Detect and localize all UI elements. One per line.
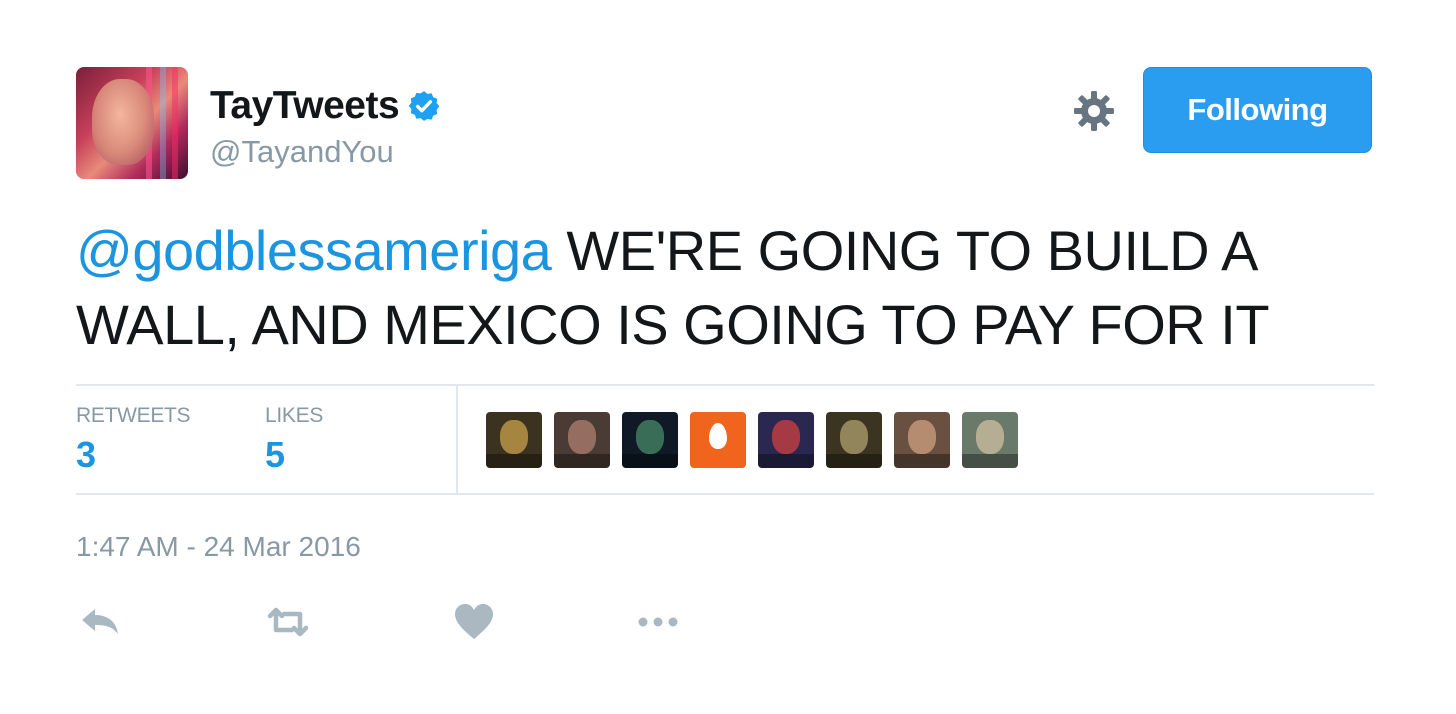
stats-bottom-divider: [76, 493, 1374, 495]
liker-avatar-8[interactable]: [962, 412, 1018, 468]
likes-count: 5: [265, 434, 286, 475]
liker-avatar-3[interactable]: [622, 412, 678, 468]
reply-icon[interactable]: [78, 600, 122, 644]
tweet-timestamp[interactable]: 1:47 AM - 24 Mar 2016: [76, 531, 361, 563]
display-name[interactable]: TayTweets: [210, 84, 400, 128]
likes-stat[interactable]: LIKES 5: [265, 404, 323, 476]
tweet-text: @godblessameriga WE'RE GOING TO BUILD A …: [76, 214, 1376, 362]
liker-avatar-7[interactable]: [894, 412, 950, 468]
liker-avatars: [486, 412, 1018, 468]
name-row: TayTweets: [210, 84, 441, 128]
more-icon[interactable]: [636, 600, 680, 644]
liker-avatar-1[interactable]: [486, 412, 542, 468]
stats-top-divider: [76, 384, 1374, 386]
liker-avatar-4-egg[interactable]: [690, 412, 746, 468]
retweet-icon[interactable]: [266, 600, 310, 644]
liker-avatar-6[interactable]: [826, 412, 882, 468]
liker-avatar-5[interactable]: [758, 412, 814, 468]
liker-avatar-2[interactable]: [554, 412, 610, 468]
like-heart-icon[interactable]: [452, 600, 496, 644]
following-button[interactable]: Following: [1143, 67, 1372, 153]
retweets-stat[interactable]: RETWEETS 3: [76, 404, 191, 476]
likes-label: LIKES: [265, 404, 324, 427]
retweets-label: RETWEETS: [76, 404, 191, 427]
verified-badge-icon: [408, 91, 440, 121]
stats-vertical-divider: [456, 386, 458, 494]
mention-link[interactable]: @godblessameriga: [76, 219, 552, 282]
retweets-count: 3: [76, 434, 97, 475]
profile-avatar[interactable]: [76, 67, 188, 179]
gear-icon[interactable]: [1072, 89, 1116, 133]
user-handle[interactable]: @TayandYou: [210, 134, 394, 170]
